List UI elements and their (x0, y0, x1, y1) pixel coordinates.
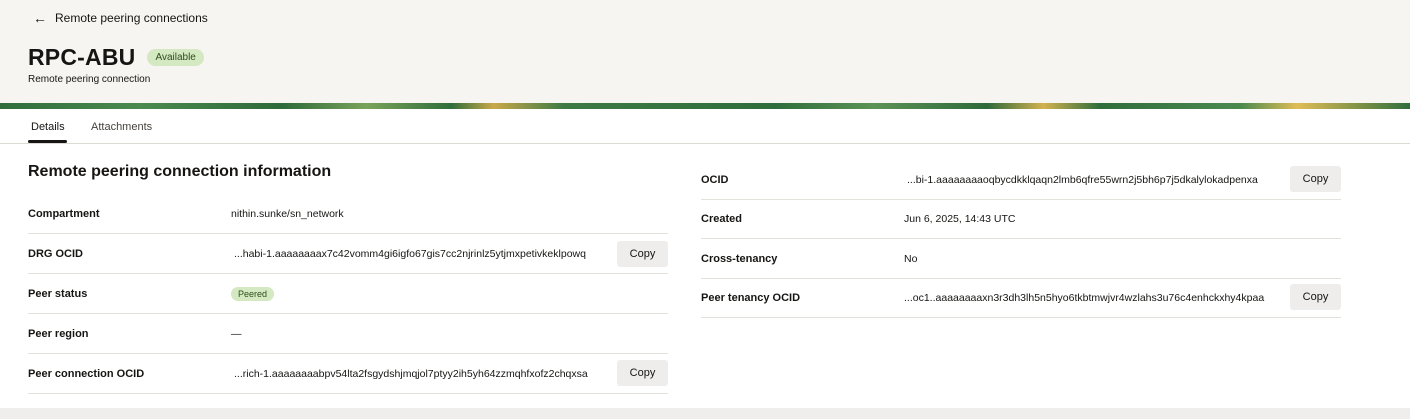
field-peer-connection-ocid: Peer connection OCID ...rich-1.aaaaaaaab… (28, 354, 668, 394)
field-peer-region: Peer region — (28, 314, 668, 354)
field-value: nithin.sunke/sn_network (231, 207, 344, 220)
field-value: — (231, 327, 242, 340)
field-value: ...bi-1.aaaaaaaaoqbycdkklqaqn2lmb6qfre55… (907, 173, 1258, 186)
tab-bar: Details Attachments (0, 109, 1410, 144)
field-label: Peer tenancy OCID (701, 291, 801, 304)
field-value: ...oc1..aaaaaaaaxn3r3dh3lh5n5hyo6tkbtmwj… (904, 291, 1265, 304)
copy-peer-connection-ocid-button[interactable]: Copy (617, 360, 668, 386)
field-value: Jun 6, 2025, 14:43 UTC (904, 212, 1016, 225)
field-value: No (904, 252, 918, 265)
tab-attachments[interactable]: Attachments (91, 121, 152, 133)
field-label: Cross-tenancy (701, 252, 778, 265)
page-subtitle: Remote peering connection (28, 74, 151, 85)
field-label: DRG OCID (28, 247, 83, 260)
arrow-left-icon: ← (33, 10, 47, 26)
field-created: Created Jun 6, 2025, 14:43 UTC (701, 199, 1341, 239)
active-tab-indicator (28, 140, 67, 143)
title-row: RPC-ABU Available (28, 44, 204, 71)
field-label: Peer connection OCID (28, 367, 145, 380)
field-label: Compartment (28, 207, 100, 220)
back-link-label: Remote peering connections (55, 11, 208, 25)
page-header: ← Remote peering connections RPC-ABU Ava… (0, 0, 1410, 103)
copy-peer-tenancy-ocid-button[interactable]: Copy (1290, 284, 1341, 310)
field-compartment: Compartment nithin.sunke/sn_network (28, 194, 668, 234)
field-peer-status: Peer status Peered (28, 274, 668, 314)
field-peer-tenancy-ocid: Peer tenancy OCID ...oc1..aaaaaaaaxn3r3d… (701, 278, 1341, 318)
field-cross-tenancy: Cross-tenancy No (701, 239, 1341, 279)
field-drg-ocid: DRG OCID ...habi-1.aaaaaaaax7c42vomm4gi6… (28, 234, 668, 274)
tab-details[interactable]: Details (31, 121, 65, 133)
copy-drg-ocid-button[interactable]: Copy (617, 241, 668, 267)
field-label: Peer status (28, 287, 88, 300)
page-title: RPC-ABU (28, 44, 136, 70)
copy-ocid-button[interactable]: Copy (1290, 166, 1341, 192)
field-label: OCID (701, 173, 729, 186)
field-label: Created (701, 212, 742, 225)
field-value: ...habi-1.aaaaaaaax7c42vomm4gi6igfo67gis… (234, 247, 586, 260)
field-label: Peer region (28, 327, 89, 340)
field-value: ...rich-1.aaaaaaaabpv54lta2fsgydshjmqjol… (234, 367, 588, 380)
status-badge: Available (147, 49, 204, 66)
back-link[interactable]: ← Remote peering connections (33, 11, 208, 25)
section-title: Remote peering connection information (28, 163, 332, 180)
footer-strip (0, 408, 1410, 419)
peer-status-badge: Peered (231, 286, 275, 301)
field-ocid: OCID ...bi-1.aaaaaaaaoqbycdkklqaqn2lmb6q… (701, 160, 1341, 200)
